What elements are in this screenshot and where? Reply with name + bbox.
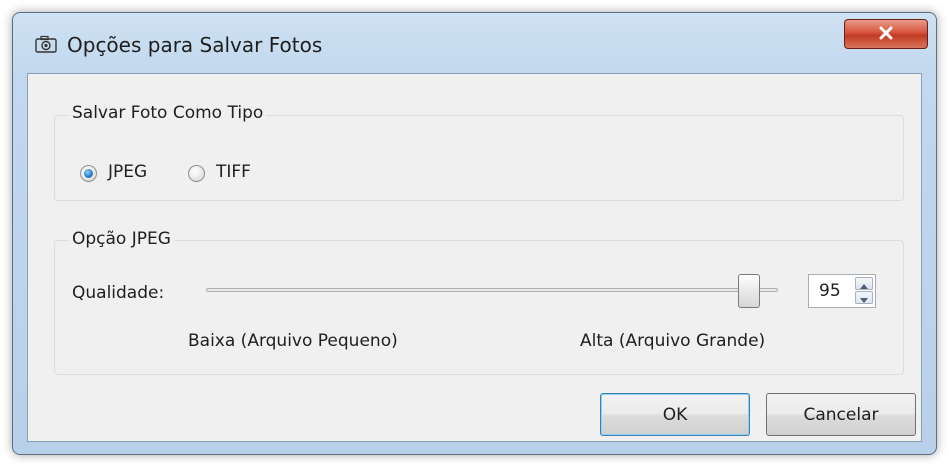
- spin-down-button[interactable]: [855, 291, 873, 304]
- jpeg-options-group: [54, 240, 904, 375]
- close-button[interactable]: [844, 19, 928, 49]
- chevron-down-icon: [860, 288, 868, 307]
- dialog-window: Opções para Salvar Fotos Salvar Foto Com…: [12, 12, 937, 455]
- slider-max-label: Alta (Arquivo Grande): [580, 331, 766, 351]
- radio-tiff[interactable]: [188, 165, 205, 182]
- jpeg-options-group-title: Opção JPEG: [69, 229, 174, 249]
- dialog-content: Salvar Foto Como Tipo JPEG TIFF Opção JP…: [27, 73, 922, 442]
- camera-icon: [35, 35, 57, 53]
- cancel-button[interactable]: Cancelar: [766, 393, 916, 436]
- close-icon: [878, 25, 894, 44]
- quality-spinbox[interactable]: 95: [808, 274, 876, 308]
- file-type-group-title: Salvar Foto Como Tipo: [69, 103, 267, 123]
- file-type-group: [54, 115, 904, 201]
- quality-value[interactable]: 95: [819, 281, 841, 301]
- radio-selected-dot: [84, 169, 93, 178]
- window-title: Opções para Salvar Fotos: [67, 33, 323, 57]
- quality-label: Qualidade:: [72, 283, 165, 303]
- title-bar[interactable]: Opções para Salvar Fotos: [13, 13, 936, 73]
- quality-slider-thumb[interactable]: [738, 274, 761, 308]
- spin-buttons: [855, 277, 873, 305]
- quality-slider-track[interactable]: [206, 288, 778, 292]
- radio-jpeg-label[interactable]: JPEG: [108, 162, 147, 182]
- ok-button[interactable]: OK: [600, 393, 750, 436]
- radio-tiff-label[interactable]: TIFF: [216, 162, 251, 182]
- slider-min-label: Baixa (Arquivo Pequeno): [188, 331, 398, 351]
- radio-jpeg[interactable]: [80, 165, 97, 182]
